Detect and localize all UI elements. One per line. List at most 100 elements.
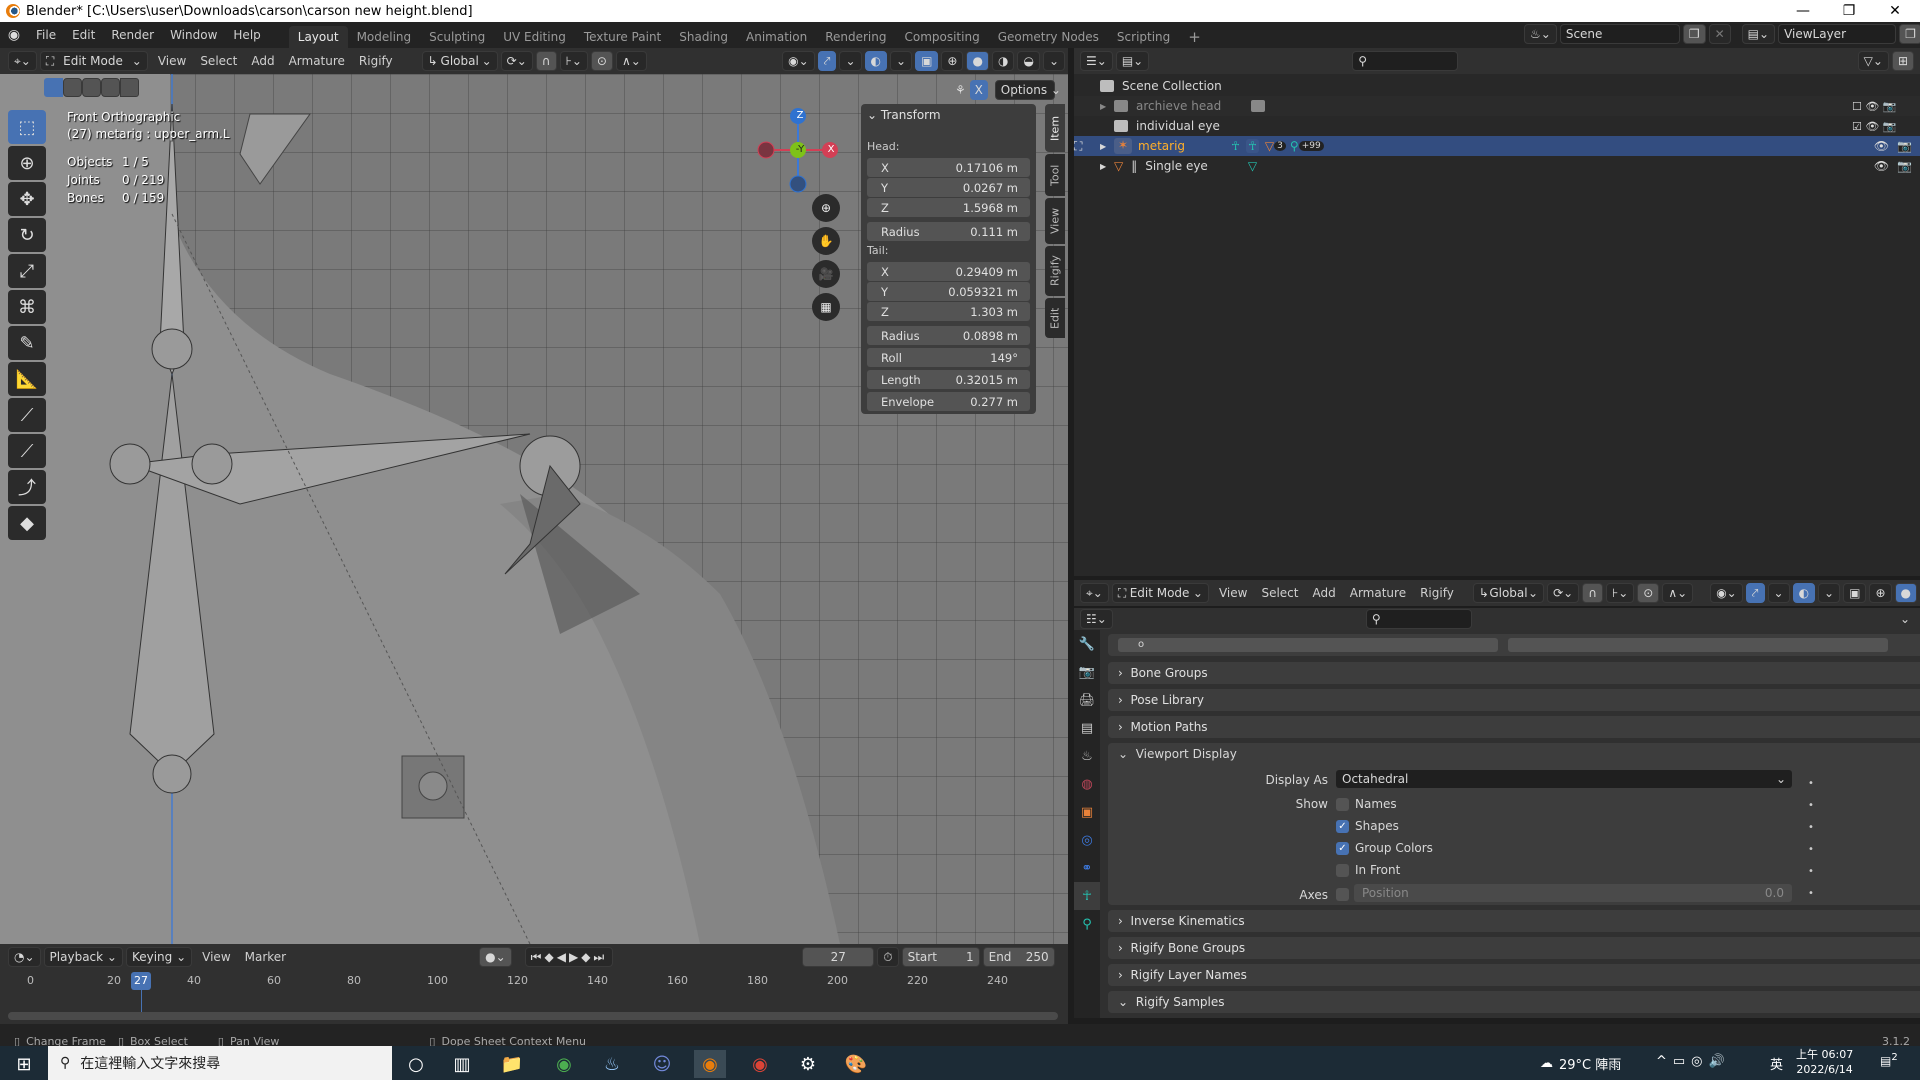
checkbox-box[interactable]	[1336, 797, 1349, 811]
select-mode-new[interactable]	[44, 78, 63, 97]
layer-grid-left[interactable]: o	[1118, 638, 1498, 652]
paint-app-icon[interactable]: 🎨	[840, 1050, 872, 1078]
tab-modeling[interactable]: Modeling	[348, 26, 421, 48]
select-mode-intersect[interactable]	[120, 78, 139, 97]
xray-toggle[interactable]: ▣	[915, 51, 939, 71]
snap-target-selector[interactable]: ⊦⌄	[559, 51, 588, 71]
render-camera-icon[interactable]: 📷	[1897, 139, 1912, 153]
select-box-tool[interactable]: ⬚	[8, 110, 46, 144]
expand-arrow-icon[interactable]: ▶	[1100, 102, 1114, 111]
viewlayer-name-field[interactable]: ViewLayer	[1778, 24, 1897, 44]
scale-tool[interactable]: ⤢	[8, 254, 46, 288]
discord-icon[interactable]: ☺	[646, 1050, 678, 1078]
select-mode-extend[interactable]	[63, 78, 82, 97]
expand-arrow-icon[interactable]: ▶	[1100, 142, 1114, 151]
tab-geometry-nodes[interactable]: Geometry Nodes	[989, 26, 1108, 48]
notification-center-icon[interactable]: ▤2	[1880, 1052, 1898, 1068]
clock[interactable]: 上午 06:07 2022/6/14	[1796, 1047, 1853, 1077]
taskbar-search-box[interactable]: ⚲ 在這裡輸入文字來搜尋	[48, 1046, 392, 1080]
menu-select[interactable]: Select	[1254, 586, 1305, 600]
shading-rendered[interactable]: ◒	[1017, 51, 1040, 71]
select-mode-invert[interactable]	[101, 78, 120, 97]
shading-solid[interactable]: ●	[1894, 583, 1917, 603]
tab-shading[interactable]: Shading	[670, 26, 737, 48]
auto-keying-toggle[interactable]: ● ⌄	[479, 947, 512, 967]
sidebar-tab-edit[interactable]: Edit	[1045, 298, 1065, 338]
outliner-editor-type[interactable]: ☰ ⌄	[1080, 51, 1113, 71]
chevron-down-icon[interactable]: ⌄	[1900, 612, 1910, 626]
checkmark-icon[interactable]: ✓	[1336, 841, 1349, 855]
menu-view[interactable]: View	[151, 54, 193, 68]
axes-position-field[interactable]: Position 0.0	[1354, 884, 1792, 902]
orientation-selector[interactable]: ↳ Global ⌄	[1472, 583, 1545, 603]
tab-scripting[interactable]: Scripting	[1108, 26, 1179, 48]
preview-range-toggle[interactable]: ⏱	[877, 947, 899, 967]
display-mode-selector[interactable]: ▤ ⌄	[1115, 51, 1150, 71]
shapes-checkbox[interactable]: ✓ Shapes	[1336, 819, 1399, 833]
move-tool[interactable]: ✥	[8, 182, 46, 216]
properties-search-input[interactable]: ⚲	[1365, 609, 1472, 629]
tab-compositing[interactable]: Compositing	[895, 26, 988, 48]
tab-texture-paint[interactable]: Texture Paint	[575, 26, 670, 48]
overlay-toggle[interactable]: ◐	[864, 51, 888, 71]
menu-add[interactable]: Add	[1306, 586, 1343, 600]
physics-tab-icon[interactable]: ◎	[1074, 826, 1100, 854]
playback-menu[interactable]: Playback ⌄	[43, 947, 123, 967]
menu-file[interactable]: File	[28, 22, 64, 48]
viewport-display-header[interactable]: ⌄ Viewport Display	[1118, 747, 1237, 761]
snap-toggle[interactable]: ∩	[535, 51, 557, 71]
output-tab-icon[interactable]: 🖨	[1074, 686, 1100, 714]
rotate-tool[interactable]: ↻	[8, 218, 46, 252]
camera-view-icon[interactable]: 🎥	[812, 260, 840, 288]
tab-animation[interactable]: Animation	[737, 26, 816, 48]
cursor-tool[interactable]: ⊕	[8, 146, 46, 180]
falloff-selector[interactable]: ∧⌄	[615, 51, 647, 71]
tail-z-field[interactable]: Z 1.303 m	[867, 302, 1030, 321]
display-as-dropdown[interactable]: Octahedral ⌄	[1336, 770, 1792, 788]
roll-field[interactable]: Roll 149°	[867, 348, 1030, 367]
annotate-tool[interactable]: ✎	[8, 326, 46, 360]
snap-target-selector[interactable]: ⊦⌄	[1605, 583, 1635, 603]
armature-data-tab-icon[interactable]: ☥	[1074, 882, 1100, 910]
ortho-grid-icon[interactable]: ▦	[812, 293, 840, 321]
weather-widget[interactable]: ☁ 29°C 陣雨	[1540, 1054, 1621, 1073]
delete-scene-button[interactable]: ✕	[1708, 24, 1731, 44]
scene-name-field[interactable]: Scene	[1559, 24, 1680, 44]
head-y-field[interactable]: Y 0.0267 m	[867, 178, 1030, 197]
group-colors-checkbox[interactable]: ✓ Group Colors	[1336, 841, 1433, 855]
tab-sculpting[interactable]: Sculpting	[420, 26, 494, 48]
gizmo-dropdown[interactable]: ⌄	[839, 51, 862, 71]
transform-tool[interactable]: ⌘	[8, 290, 46, 324]
head-z-field[interactable]: Z 1.5968 m	[867, 198, 1030, 217]
names-checkbox[interactable]: Names	[1336, 797, 1397, 811]
outliner-row-archieve-head[interactable]: ▶ archieve head	[1074, 96, 1920, 116]
menu-rigify[interactable]: Rigify	[352, 54, 400, 68]
overlay-toggle[interactable]: ◐	[1792, 583, 1816, 603]
outliner-row-metarig[interactable]: ⛶ ▶ ✶ metarig ☥ ☥ ▽ 3 ⚲ +99 👁 📷	[1074, 136, 1920, 156]
visibility-selector[interactable]: ◉⌄	[1710, 583, 1743, 603]
pivot-selector[interactable]: ⟳⌄	[1547, 583, 1580, 603]
playhead-frame-label[interactable]: 27	[131, 972, 151, 990]
sidebar-tab-rigify[interactable]: Rigify	[1045, 246, 1065, 296]
render-tab-icon[interactable]: 📷	[1074, 658, 1100, 686]
playback-controls[interactable]: ⏮ ◆ ◀ ▶ ◆ ⏭	[524, 947, 614, 967]
menu-armature[interactable]: Armature	[1343, 586, 1413, 600]
sidebar-tab-item[interactable]: Item	[1045, 104, 1065, 152]
cortana-icon[interactable]: ○	[400, 1050, 432, 1078]
zoom-view-icon[interactable]: ⊕	[812, 194, 840, 222]
viewlayer-selector-button[interactable]: ▤ ⌄	[1741, 24, 1776, 44]
timeline-editor-type[interactable]: ◔ ⌄	[8, 947, 41, 967]
close-button[interactable]: ✕	[1872, 0, 1918, 22]
start-frame-field[interactable]: Start 1	[901, 947, 980, 967]
add-workspace-button[interactable]: +	[1179, 26, 1210, 48]
windows-start-icon[interactable]: ⊞	[8, 1050, 40, 1078]
timeline-marker-menu[interactable]: Marker	[238, 950, 293, 964]
panel-inverse-kinematics[interactable]: › Inverse Kinematics	[1108, 910, 1920, 932]
panel-motion-paths[interactable]: › Motion Paths	[1108, 716, 1920, 738]
select-mode-subtract[interactable]	[82, 78, 101, 97]
editor-type-button[interactable]: ⌖⌄	[1080, 583, 1109, 603]
layer-grid-right[interactable]	[1508, 638, 1888, 652]
menu-select[interactable]: Select	[193, 54, 244, 68]
new-collection-button[interactable]: ⊞	[1891, 51, 1914, 71]
panel-rigify-layer-names[interactable]: › Rigify Layer Names	[1108, 964, 1920, 986]
